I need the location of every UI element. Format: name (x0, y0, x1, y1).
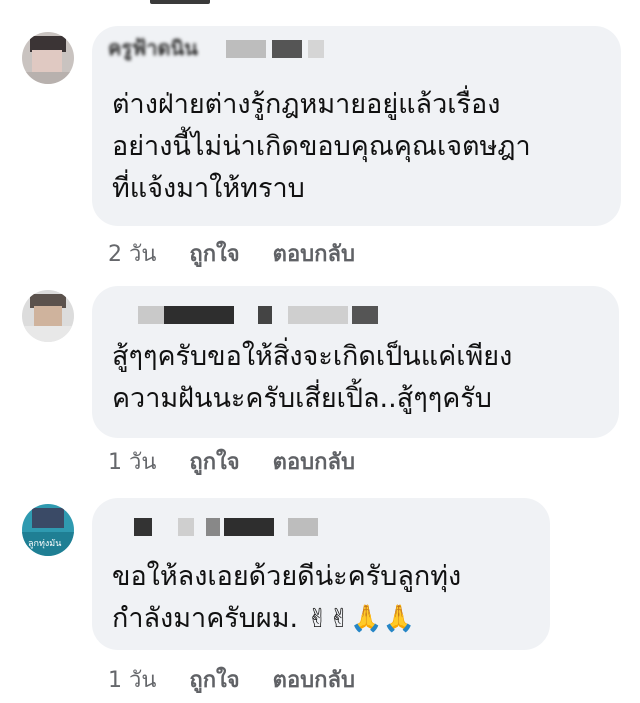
comment-text: ต่างฝ่ายต่างรู้กฎหมายอยู่แล้วเรื่อง อย่า… (112, 84, 601, 210)
comment-bubble: ขอให้ลงเอยด้วยดีน่ะครับลูกทุ่ง กำลังมาคร… (92, 498, 550, 650)
blur-block (224, 518, 274, 536)
comment-line: ขอให้ลงเอยด้วยดีน่ะครับลูกทุ่ง (112, 561, 462, 592)
like-button[interactable]: ถูกใจ (189, 662, 239, 697)
blur-block (134, 518, 152, 536)
comment-actions: 1 วัน ถูกใจ ตอบกลับ (108, 444, 381, 475)
comment-line: ที่แจ้งมาให้ทราบ (112, 173, 305, 204)
like-button[interactable]: ถูกใจ (189, 444, 239, 479)
avatar-shoulders (22, 72, 74, 84)
comment-actions: 1 วัน ถูกใจ ตอบกลับ (108, 662, 381, 693)
comment-text: สู้ๆๆครับขอให้สิ่งจะเกิดเป็นแค่เพียง ควา… (112, 336, 599, 420)
blur-block (288, 306, 348, 324)
comment-actions: 2 วัน ถูกใจ ตอบกลับ (108, 236, 381, 267)
timestamp[interactable]: 1 วัน (108, 662, 156, 697)
reply-button[interactable]: ตอบกลับ (273, 236, 355, 271)
avatar-figure (32, 508, 64, 528)
previous-comment-fragment (0, 0, 640, 12)
blur-block (288, 518, 318, 536)
avatar[interactable] (22, 32, 74, 84)
blur-block (178, 518, 194, 536)
author-name-blurred[interactable]: ครูฟ้าดนิน (108, 36, 324, 60)
comment-line: ต่างฝ่ายต่างรู้กฎหมายอยู่แล้วเรื่อง (112, 89, 501, 120)
blur-block (164, 306, 234, 324)
blur-block (308, 40, 324, 58)
comment-1: ครูฟ้าดนิน ต่างฝ่ายต่างรู้กฎหมายอยู่แล้ว… (0, 26, 640, 276)
blur-block (206, 518, 220, 536)
timestamp[interactable]: 1 วัน (108, 444, 156, 479)
blur-block (138, 306, 164, 324)
emoji-group: ✌✌🙏🙏 (306, 604, 416, 634)
avatar[interactable] (22, 290, 74, 342)
like-button[interactable]: ถูกใจ (189, 236, 239, 271)
comment-line: สู้ๆๆครับขอให้สิ่งจะเกิดเป็นแค่เพียง (112, 341, 513, 372)
blur-block (226, 40, 266, 58)
comment-line: กำลังมาครับผม. (112, 603, 299, 634)
comment-3: ลูกทุ่งมัน ขอให้ลงเอยด้วยดีน่ะครับลูกทุ่… (0, 498, 640, 703)
avatar-caption: ลูกทุ่งมัน (28, 539, 62, 549)
blur-block (352, 306, 378, 324)
avatar-face (34, 306, 62, 328)
comment-2: สู้ๆๆครับขอให้สิ่งจะเกิดเป็นแค่เพียง ควา… (0, 286, 640, 486)
comment-line: อย่างนี้ไม่น่าเกิดขอบคุณคุณเจตษฎา (112, 131, 531, 162)
blur-block (258, 306, 272, 324)
reply-button[interactable]: ตอบกลับ (273, 662, 355, 697)
avatar-shoulders (22, 326, 74, 342)
blur-block (272, 40, 302, 58)
comment-bubble: สู้ๆๆครับขอให้สิ่งจะเกิดเป็นแค่เพียง ควา… (92, 286, 619, 438)
comment-line: ความฝันนะครับเสี่ยเปิ้ล..สู้ๆๆครับ (112, 383, 492, 414)
timestamp[interactable]: 2 วัน (108, 236, 156, 271)
avatar[interactable]: ลูกทุ่งมัน (22, 504, 74, 556)
clipped-text (150, 0, 210, 4)
reply-button[interactable]: ตอบกลับ (273, 444, 355, 479)
comment-text: ขอให้ลงเอยด้วยดีน่ะครับลูกทุ่ง กำลังมาคร… (112, 556, 530, 640)
author-name[interactable]: ครูฟ้าดนิน (108, 32, 198, 64)
comment-bubble: ครูฟ้าดนิน ต่างฝ่ายต่างรู้กฎหมายอยู่แล้ว… (92, 26, 621, 226)
